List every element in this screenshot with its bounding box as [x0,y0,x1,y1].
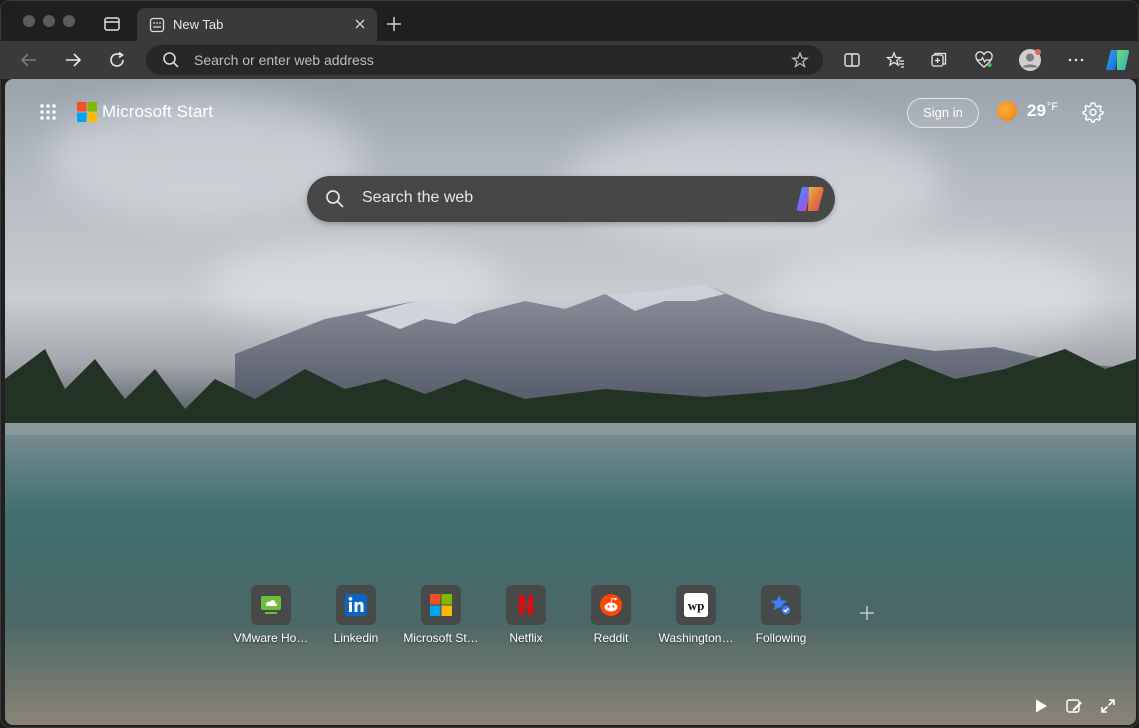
close-tab-icon[interactable] [353,17,367,31]
quick-links: VMware Ho… Linkedin Microsoft St… Netfli… [229,585,869,665]
web-search-box[interactable]: Search the web [307,176,835,222]
customize-background-icon[interactable] [1065,697,1083,715]
tab-actions-icon[interactable] [103,15,121,33]
address-bar[interactable]: Search or enter web address [146,45,823,75]
search-icon [326,190,344,208]
microsoft-logo-icon [77,102,97,122]
quick-link-label: Linkedin [333,631,379,645]
new-tab-plus-icon[interactable] [385,15,403,33]
quick-link-tile[interactable]: Following [739,585,823,655]
more-options-icon[interactable] [1066,50,1086,70]
quick-link-label: Following [755,631,807,645]
quick-link-tile[interactable]: Reddit [569,585,653,655]
quick-link-tile[interactable]: wp Washington… [654,585,738,655]
quick-link-label: Reddit [593,631,629,645]
collections-icon[interactable] [929,50,949,70]
new-tab-page: Microsoft Start Sign in 29°F Search the … [5,79,1136,725]
weather-temperature[interactable]: 29°F [1027,101,1058,121]
tab-new-tab[interactable]: New Tab [137,8,377,41]
microsoft-store-icon [430,594,452,616]
following-icon [770,595,792,616]
forward-arrow-icon[interactable] [63,50,83,70]
close-window-button[interactable] [23,15,35,27]
quick-link-label: VMware Ho… [233,631,309,645]
split-screen-icon[interactable] [842,50,862,70]
linkedin-icon [345,594,367,616]
new-tab-page-icon [149,17,165,33]
svg-text:wp: wp [688,598,705,613]
vmware-icon [261,596,281,614]
play-background-icon[interactable] [1032,697,1050,715]
add-quick-link-icon[interactable] [857,603,877,623]
quick-link-tile[interactable]: VMware Ho… [229,585,313,655]
minimize-window-button[interactable] [43,15,55,27]
browser-essentials-icon[interactable] [974,50,994,70]
expand-fullscreen-icon[interactable] [1099,697,1117,715]
refresh-icon[interactable] [107,50,127,70]
copilot-search-icon[interactable] [795,185,825,213]
netflix-icon [519,595,533,615]
brand-name[interactable]: Microsoft Start [102,102,213,122]
quick-link-tile[interactable]: Netflix [484,585,568,655]
back-arrow-icon[interactable] [19,50,39,70]
quick-link-label: Microsoft St… [403,631,479,645]
sign-in-button[interactable]: Sign in [907,98,979,128]
quick-link-tile[interactable]: Microsoft St… [399,585,483,655]
tab-strip: New Tab [1,1,1138,41]
reddit-icon [600,594,622,616]
zoom-window-button[interactable] [63,15,75,27]
quick-link-label: Netflix [509,631,543,645]
weather-sun-icon[interactable] [997,101,1017,121]
browser-window: New Tab Search or enter web address Micr… [0,0,1139,728]
web-search-placeholder: Search the web [362,189,474,206]
search-icon [163,52,179,68]
address-bar-placeholder: Search or enter web address [194,52,374,68]
quick-link-label: Washington… [658,631,734,645]
washington-post-icon: wp [684,593,708,617]
favorite-star-icon[interactable] [791,51,809,69]
profile-avatar-icon[interactable] [1018,48,1042,72]
toolbar: Search or enter web address [1,41,1138,79]
quick-link-tile[interactable]: Linkedin [314,585,398,655]
settings-gear-icon[interactable] [1082,101,1104,123]
app-launcher-icon[interactable] [39,103,57,121]
tab-title: New Tab [173,17,224,32]
favorites-icon[interactable] [886,50,906,70]
copilot-icon[interactable] [1105,48,1131,72]
